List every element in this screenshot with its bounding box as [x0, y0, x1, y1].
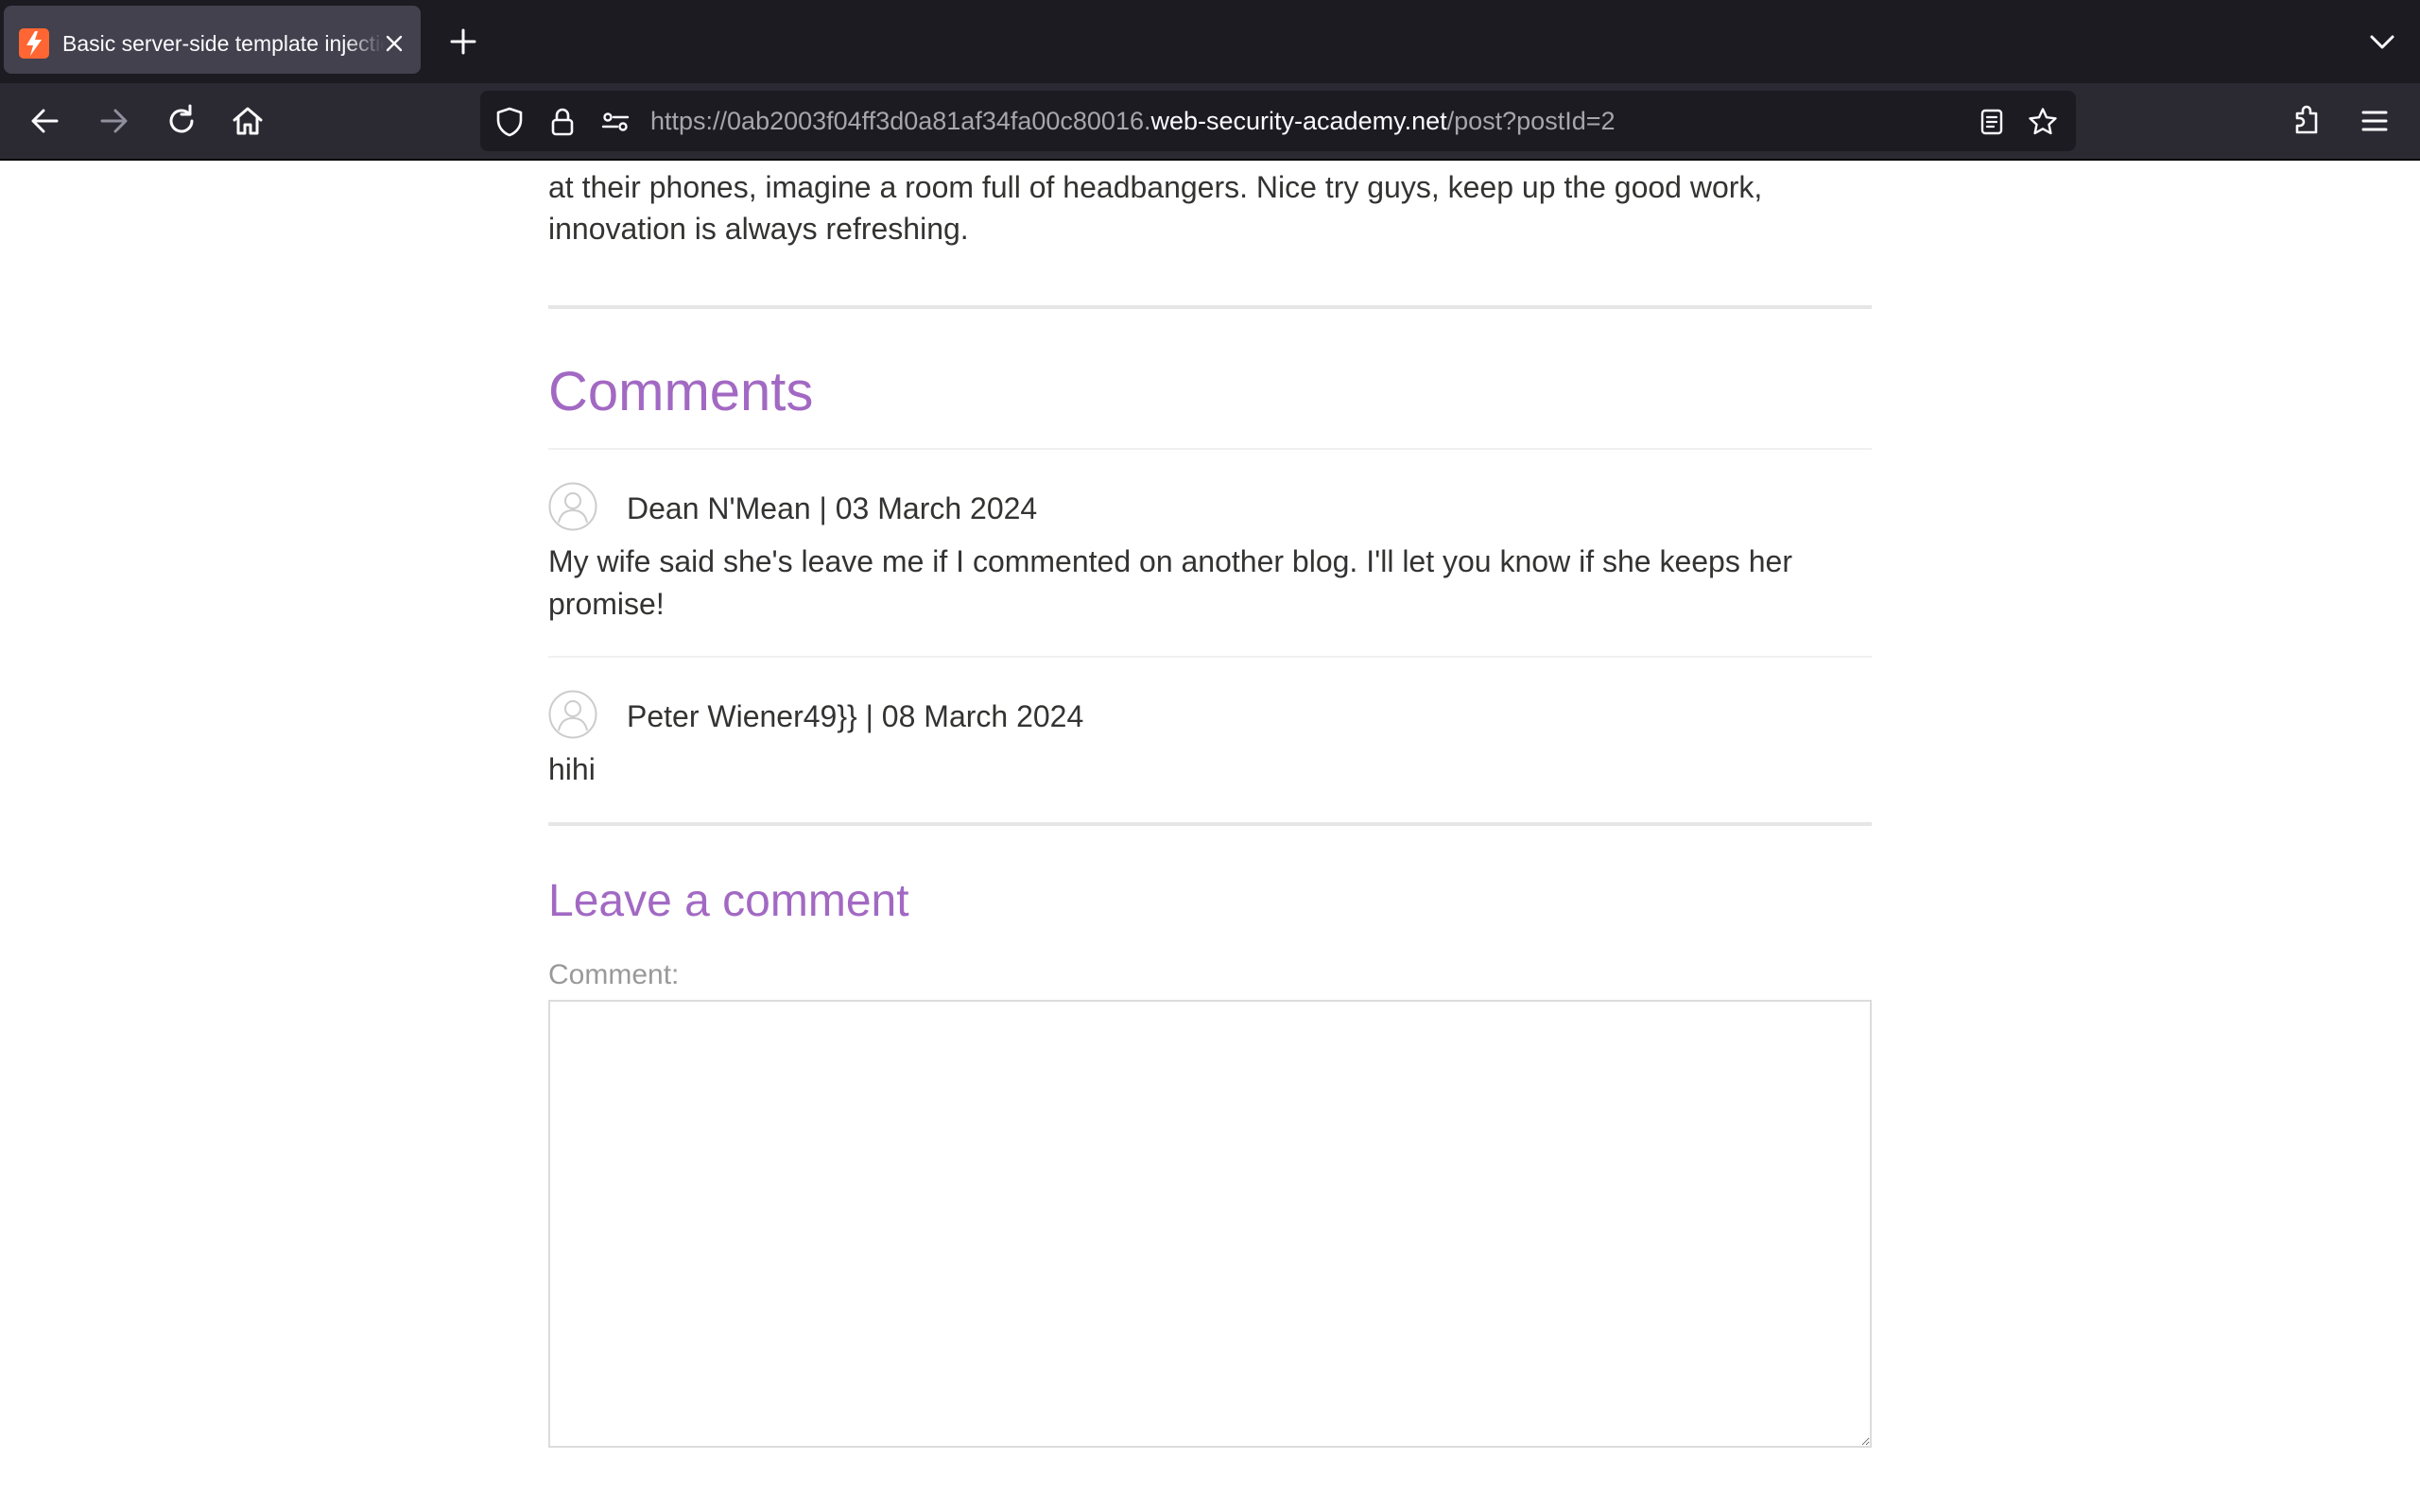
portswigger-lightning-icon	[19, 28, 49, 59]
url-prefix: https://0ab2003f04ff3d0a81af34fa00c80016…	[650, 107, 1151, 135]
comment-header: Peter Wiener49}} | 08 March 2024	[548, 690, 1872, 741]
page-viewport: at their phones, imagine a room full of …	[0, 163, 2420, 1512]
comment-textarea[interactable]	[548, 1000, 1872, 1448]
avatar-icon	[548, 690, 597, 739]
home-icon[interactable]	[227, 100, 268, 142]
comment-body: hihi	[548, 752, 596, 786]
address-bar[interactable]: https://0ab2003f04ff3d0a81af34fa00c80016…	[480, 91, 2076, 151]
url-text[interactable]: https://0ab2003f04ff3d0a81af34fa00c80016…	[650, 107, 1616, 135]
bookmark-star-icon[interactable]	[2027, 106, 2059, 138]
divider	[548, 448, 1872, 450]
reload-icon[interactable]	[161, 100, 202, 142]
active-tab[interactable]: Basic server-side template injection (co…	[4, 6, 421, 74]
post-tail-text: at their phones, imagine a room full of …	[548, 170, 1763, 246]
comments-heading: Comments	[548, 361, 814, 422]
chevron-down-icon[interactable]	[2363, 23, 2401, 60]
tab-title: Basic server-side template injection (co…	[62, 31, 384, 56]
forward-arrow-icon[interactable]	[93, 100, 134, 142]
url-path: /post?postId=2	[1446, 107, 1616, 135]
url-host: web-security-academy.net	[1150, 107, 1447, 135]
navigation-toolbar: https://0ab2003f04ff3d0a81af34fa00c80016…	[0, 83, 2420, 161]
shield-icon[interactable]	[493, 106, 526, 138]
divider	[548, 305, 1872, 309]
close-icon[interactable]	[377, 26, 411, 60]
divider	[548, 656, 1872, 658]
comment-header: Dean N'Mean | 03 March 2024	[548, 482, 1872, 533]
comment-label: Comment:	[548, 959, 680, 990]
divider	[548, 822, 1872, 826]
leave-comment-heading: Leave a comment	[548, 876, 909, 926]
tab-strip: Basic server-side template injection (co…	[0, 0, 2420, 83]
reader-view-icon[interactable]	[1976, 106, 2008, 138]
comment-body: My wife said she's leave me if I comment…	[548, 544, 1792, 621]
hamburger-menu-icon[interactable]	[2354, 100, 2395, 142]
back-arrow-icon[interactable]	[25, 100, 66, 142]
lock-icon[interactable]	[546, 106, 579, 138]
avatar-icon	[548, 482, 597, 531]
permissions-icon[interactable]	[599, 106, 631, 138]
post-body-text: at their phones, imagine a room full of …	[548, 163, 1872, 249]
comment-author-date: Dean N'Mean | 03 March 2024	[627, 491, 1038, 525]
plus-icon[interactable]	[444, 23, 482, 60]
extensions-icon[interactable]	[2286, 100, 2327, 142]
post-clipped-line	[548, 163, 1872, 166]
comment-author-date: Peter Wiener49}} | 08 March 2024	[627, 699, 1084, 733]
